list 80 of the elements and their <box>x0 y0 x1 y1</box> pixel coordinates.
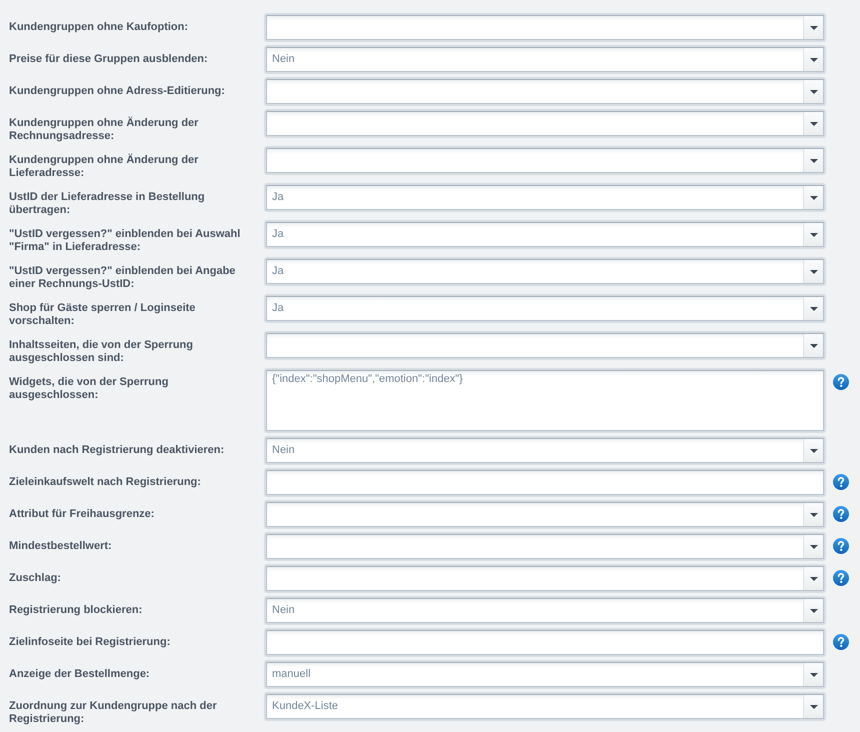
dropdown-button[interactable] <box>803 149 823 172</box>
field-label: UstID der Lieferadresse in Bestellung übertragen: <box>9 191 206 217</box>
caret-icon <box>810 512 818 516</box>
caret-icon <box>810 344 818 348</box>
dropdown-field[interactable] <box>264 500 826 529</box>
caret-icon <box>810 608 818 612</box>
dropdown-field[interactable] <box>264 13 826 42</box>
field-label: Mindestbestellwert: <box>9 540 113 553</box>
caret-icon <box>810 90 818 94</box>
dropdown-button[interactable] <box>803 663 823 686</box>
field-label: Anzeige der Bestellmenge: <box>9 668 151 681</box>
dropdown-field[interactable]: Ja <box>264 183 826 212</box>
field-label: Widgets, die von der Sperrung ausgeschlossen: <box>9 376 170 402</box>
help-icon[interactable] <box>833 506 849 522</box>
caret-icon <box>810 576 818 580</box>
dropdown-button[interactable] <box>803 260 823 283</box>
field-label: Inhaltsseiten, die von der Sperrung ausgeschlossen sind: <box>9 339 194 365</box>
dropdown-button[interactable] <box>803 535 823 558</box>
caret-icon <box>810 704 818 708</box>
field-label: Kundengruppen ohne Änderung der Lieferadresse: <box>9 154 200 180</box>
dropdown-field[interactable]: Ja <box>264 220 826 249</box>
field-label: Zieleinkaufswelt nach Registrierung: <box>9 476 202 489</box>
field-label: Zielinfoseite bei Registrierung: <box>9 636 172 649</box>
caret-icon <box>810 448 818 452</box>
dropdown-field[interactable]: Ja <box>264 294 826 323</box>
dropdown-button[interactable] <box>803 80 823 103</box>
dropdown-field[interactable]: manuell <box>264 660 826 689</box>
caret-icon <box>810 196 818 200</box>
caret-icon <box>810 122 818 126</box>
dropdown-field[interactable] <box>264 77 826 106</box>
caret-icon <box>810 270 818 274</box>
help-icon[interactable] <box>833 474 849 490</box>
dropdown-button[interactable] <box>803 695 823 718</box>
field-label: Attribut für Freihausgrenze: <box>9 508 156 521</box>
dropdown-field[interactable]: Ja <box>264 257 826 286</box>
field-label: "UstID vergessen?" einblenden bei Angabe einer Rechnungs-UstID: <box>9 265 236 291</box>
field-label: "UstID vergessen?" einblenden bei Auswahl "Firma" in Lieferadresse: <box>9 228 242 254</box>
field-label: Zuschlag: <box>9 572 62 585</box>
dropdown-button[interactable] <box>803 48 823 71</box>
help-icon[interactable] <box>833 634 849 650</box>
caret-icon <box>810 232 818 236</box>
caret-icon <box>810 158 818 162</box>
text-field[interactable] <box>264 468 826 497</box>
caret-icon <box>810 672 818 676</box>
dropdown-button[interactable] <box>803 186 823 209</box>
help-icon[interactable] <box>833 538 849 554</box>
dropdown-button[interactable] <box>803 439 823 462</box>
dropdown-field[interactable] <box>264 564 826 593</box>
help-icon[interactable] <box>833 570 849 586</box>
field-label: Kundengruppen ohne Kaufoption: <box>9 21 190 34</box>
field-label: Zuordnung zur Kundengruppe nach der Registrierung: <box>9 700 218 726</box>
caret-icon <box>810 26 818 30</box>
dropdown-button[interactable] <box>803 297 823 320</box>
dropdown-button[interactable] <box>803 567 823 590</box>
dropdown-field[interactable]: Nein <box>264 596 826 625</box>
field-label: Kundengruppen ohne Änderung der Rechnungsadresse: <box>9 117 200 143</box>
dropdown-field[interactable]: Nein <box>264 436 826 465</box>
dropdown-button[interactable] <box>803 503 823 526</box>
field-label: Shop für Gäste sperren / Loginseite vorschalten: <box>9 302 196 328</box>
help-icon[interactable] <box>833 374 849 390</box>
caret-icon <box>810 58 818 62</box>
dropdown-button[interactable] <box>803 599 823 622</box>
dropdown-field[interactable]: Nein <box>264 45 826 74</box>
dropdown-button[interactable] <box>803 223 823 246</box>
dropdown-field[interactable] <box>264 146 826 175</box>
caret-icon <box>810 306 818 310</box>
dropdown-field[interactable] <box>264 532 826 561</box>
caret-icon <box>810 544 818 548</box>
field-label: Kundengruppen ohne Adress-Editierung: <box>9 85 226 98</box>
field-label: Preise für diese Gruppen ausblenden: <box>9 53 209 66</box>
field-label: Registrierung blockieren: <box>9 604 144 617</box>
dropdown-button[interactable] <box>803 112 823 135</box>
dropdown-field[interactable] <box>264 331 826 360</box>
dropdown-field[interactable] <box>264 109 826 138</box>
dropdown-field[interactable]: KundeX-Liste <box>264 692 826 721</box>
text-area[interactable]: {"index":"shopMenu","emotion":"index"} <box>264 368 826 433</box>
dropdown-button[interactable] <box>803 334 823 357</box>
field-label: Kunden nach Registrierung deaktivieren: <box>9 444 226 457</box>
text-field[interactable] <box>264 628 826 657</box>
dropdown-button[interactable] <box>803 16 823 39</box>
